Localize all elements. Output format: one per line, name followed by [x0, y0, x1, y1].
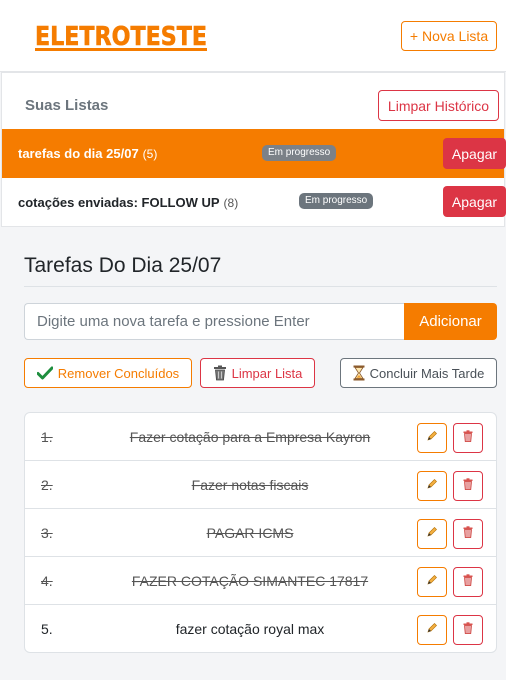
status-badge: Em progresso — [299, 193, 374, 209]
edit-task-button[interactable] — [417, 615, 447, 645]
task-number: 3. — [41, 525, 53, 541]
list-item-name: tarefas do dia 25/07 (5) — [18, 146, 158, 161]
task-text[interactable]: FAZER COTAÇÃO SIMANTEC 17817 — [85, 573, 415, 589]
delete-task-button[interactable] — [453, 567, 483, 597]
hourglass-icon — [353, 365, 365, 381]
list-item-count: (5) — [142, 147, 158, 161]
task-text[interactable]: Fazer notas fiscais — [85, 477, 415, 493]
edit-task-button[interactable] — [417, 567, 447, 597]
clear-list-button[interactable]: Limpar Lista — [200, 358, 315, 388]
delete-task-button[interactable] — [453, 615, 483, 645]
lists-header: Suas Listas Limpar Histórico — [2, 73, 504, 129]
finish-later-label: Concluir Mais Tarde — [369, 365, 485, 381]
task-row: 1. Fazer cotação para a Empresa Kayron — [25, 413, 496, 461]
task-number: 5. — [41, 621, 53, 637]
top-bar: ELETROTESTE + Nova Lista — [0, 0, 506, 72]
app-logo[interactable]: ELETROTESTE — [33, 17, 211, 53]
lists-title: Suas Listas — [25, 97, 109, 114]
add-task-button[interactable]: Adicionar — [404, 303, 497, 340]
finish-later-button[interactable]: Concluir Mais Tarde — [340, 358, 497, 388]
list-item-name: cotações enviadas: FOLLOW UP (8) — [18, 195, 239, 210]
trash-icon — [463, 429, 473, 447]
clear-history-button[interactable]: Limpar Histórico — [378, 90, 499, 121]
trash-icon — [463, 621, 473, 639]
task-text[interactable]: fazer cotação royal max — [85, 621, 415, 637]
lists-panel: Suas Listas Limpar Histórico tarefas do … — [1, 72, 506, 227]
remove-completed-label: Remover Concluídos — [57, 365, 180, 381]
task-number: 1. — [41, 429, 53, 445]
pencil-icon — [426, 573, 438, 591]
task-text[interactable]: Fazer cotação para a Empresa Kayron — [85, 429, 415, 445]
remove-completed-button[interactable]: Remover Concluídos — [24, 358, 192, 388]
delete-list-button[interactable]: Apagar — [443, 138, 506, 169]
delete-task-button[interactable] — [453, 471, 483, 501]
task-list: 1. Fazer cotação para a Empresa Kayron 2… — [24, 412, 497, 653]
task-row: 4. FAZER COTAÇÃO SIMANTEC 17817 — [25, 557, 496, 605]
edit-task-button[interactable] — [417, 423, 447, 453]
divider — [24, 286, 497, 287]
new-task-input[interactable]: Digite uma nova tarefa e pressione Enter — [24, 303, 405, 340]
pencil-icon — [426, 477, 438, 495]
list-title: Tarefas Do Dia 25/07 — [24, 254, 222, 277]
delete-task-button[interactable] — [453, 423, 483, 453]
trash-icon — [213, 365, 227, 381]
pencil-icon — [426, 525, 438, 543]
pencil-icon — [426, 429, 438, 447]
edit-task-button[interactable] — [417, 471, 447, 501]
new-list-button[interactable]: + Nova Lista — [401, 21, 497, 51]
trash-icon — [463, 573, 473, 591]
delete-list-button[interactable]: Apagar — [443, 186, 506, 217]
task-row: 5. fazer cotação royal max — [25, 605, 496, 652]
task-number: 4. — [41, 573, 53, 589]
task-row: 2. Fazer notas fiscais — [25, 461, 496, 509]
status-badge: Em progresso — [262, 145, 337, 161]
task-text[interactable]: PAGAR ICMS — [85, 525, 415, 541]
task-number: 2. — [41, 477, 53, 493]
trash-icon — [463, 477, 473, 495]
pencil-icon — [426, 621, 438, 639]
check-icon — [36, 366, 53, 380]
svg-text:ELETROTESTE: ELETROTESTE — [35, 22, 207, 52]
list-item-tarefas[interactable]: tarefas do dia 25/07 (5) Em progresso Apa… — [2, 129, 506, 178]
clear-list-label: Limpar Lista — [231, 365, 303, 381]
trash-icon — [463, 525, 473, 543]
delete-task-button[interactable] — [453, 519, 483, 549]
task-row: 3. PAGAR ICMS — [25, 509, 496, 557]
list-item-cotacoes[interactable]: cotações enviadas: FOLLOW UP (8) Em progr… — [2, 178, 506, 227]
list-item-count: (8) — [223, 196, 239, 210]
edit-task-button[interactable] — [417, 519, 447, 549]
